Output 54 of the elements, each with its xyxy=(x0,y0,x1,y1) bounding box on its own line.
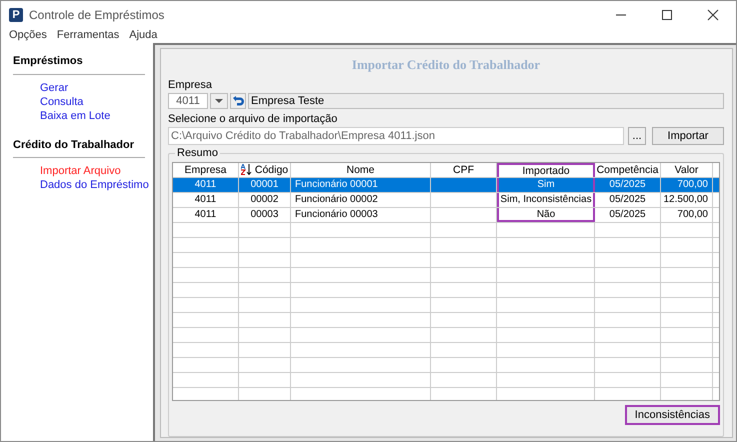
table-cell: 05/2025 xyxy=(609,194,646,204)
column-header[interactable]: Valor xyxy=(661,162,713,176)
table-cell: 00003 xyxy=(250,208,278,220)
table-cell: Funcionário 00002 xyxy=(295,194,378,204)
company-name-field: Empresa Teste xyxy=(248,92,724,108)
file-path-field[interactable]: C:\Arquivo Crédito do Trabalhador\Empresa 4011.json xyxy=(168,126,624,144)
app-logo: P xyxy=(9,8,23,22)
table-cell: 4011 xyxy=(194,208,216,220)
sidebar-section-title: Empréstimos xyxy=(13,53,145,74)
table-row[interactable]: 4011 00001 Funcionário 00001 Sim 05/2025 700,00 xyxy=(173,178,719,192)
table-cell: Não xyxy=(536,208,556,220)
inconsistencies-button[interactable]: Inconsistências xyxy=(624,404,720,424)
table-cell: 700,00 xyxy=(677,208,708,220)
sidebar-link[interactable]: Consulta xyxy=(40,96,84,108)
sidebar-link[interactable]: Importar Arquivo xyxy=(40,165,121,178)
table-cell: 00002 xyxy=(250,194,278,204)
group-title: Resumo xyxy=(175,146,220,160)
field-label: Empresa xyxy=(168,78,214,92)
table-cell: 12.500,00 xyxy=(664,194,708,204)
menu-item[interactable]: Ferramentas xyxy=(56,27,120,44)
column-header[interactable]: Empresa xyxy=(173,162,239,176)
table-cell: Sim xyxy=(537,178,555,190)
browse-button[interactable]: ... xyxy=(628,126,646,144)
table-cell: 700,00 xyxy=(677,178,708,190)
table-cell: Sim, Inconsistências xyxy=(500,194,592,204)
sort-icon xyxy=(240,164,252,175)
table-cell: 05/2025 xyxy=(609,208,646,220)
sidebar-link[interactable]: Baixa em Lote xyxy=(40,110,110,122)
column-header[interactable]: CPF xyxy=(431,162,497,176)
import-button[interactable]: Importar xyxy=(652,126,724,144)
field-label: Selecione o arquivo de importação xyxy=(168,112,338,126)
company-code-field[interactable]: 4011 xyxy=(168,92,208,108)
table-cell: 05/2025 xyxy=(609,178,646,190)
table-cell: 4011 xyxy=(194,194,216,204)
column-header[interactable]: Nome xyxy=(291,162,431,176)
menu-item[interactable]: Ajuda xyxy=(129,27,158,44)
column-header[interactable]: Competência xyxy=(595,162,661,176)
sidebar-link[interactable]: Dados do Empréstimo xyxy=(40,179,149,192)
sidebar-section-title: Crédito do Trabalhador xyxy=(13,136,145,158)
table-cell: Funcionário 00001 xyxy=(295,178,378,190)
caret-icon xyxy=(215,98,223,102)
table-row[interactable]: 4011 00003 Funcionário 00003 Não 05/2025 700,00 xyxy=(173,208,719,222)
refresh-button[interactable] xyxy=(230,92,246,108)
table-cell: 00001 xyxy=(250,178,278,190)
window-title: Controle de Empréstimos xyxy=(29,7,164,24)
table-row[interactable]: 4011 00002 Funcionário 00002 Sim, Inconsistências 05/2025 12.500,00 xyxy=(173,192,719,208)
table-cell: Funcionário 00003 xyxy=(295,208,378,220)
menu-item[interactable]: Opções xyxy=(9,27,47,44)
undo-arrow-icon xyxy=(232,96,244,106)
dropdown-button[interactable] xyxy=(210,92,228,108)
table-cell: 4011 xyxy=(194,178,216,190)
sidebar-link[interactable]: Gerar xyxy=(40,82,68,94)
column-header[interactable]: Código xyxy=(239,162,291,176)
panel-title: Importar Crédito do Trabalhador xyxy=(352,56,540,74)
